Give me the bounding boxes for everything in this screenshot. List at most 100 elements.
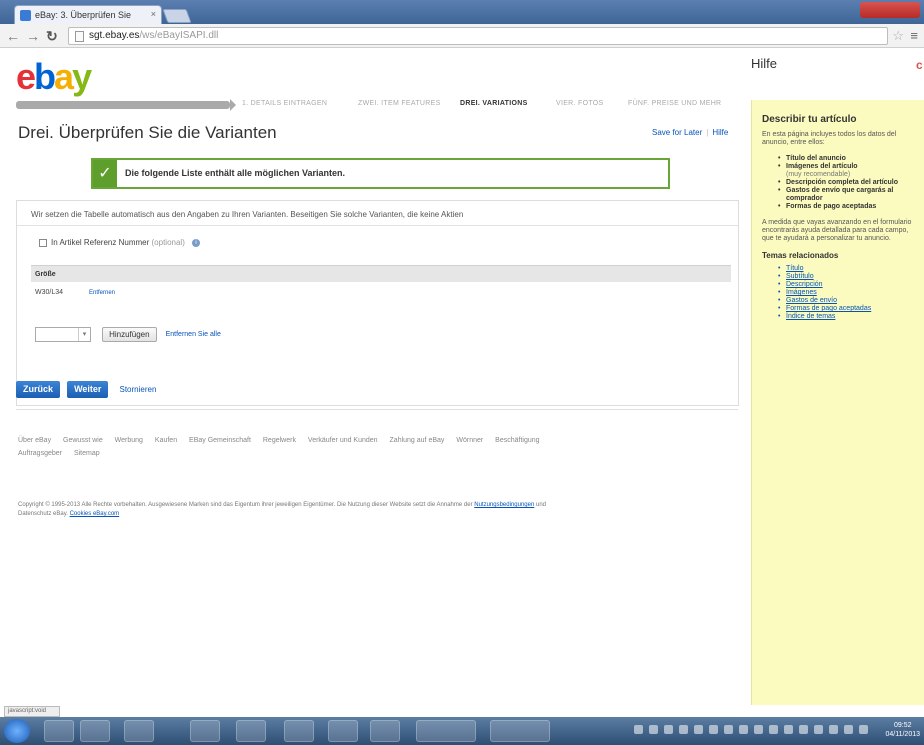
url-host: sgt.ebay.es <box>89 30 140 41</box>
ie-icon[interactable] <box>44 720 74 742</box>
save-links: Save for Later | Hilfe <box>652 128 729 137</box>
help-panel: Describir tu artículo En esta página inc… <box>751 100 924 705</box>
powerpoint-icon[interactable] <box>328 720 358 742</box>
remove-variation-link[interactable]: Entfernen <box>89 290 115 296</box>
save-for-later-link[interactable]: Save for Later <box>652 128 702 137</box>
related-topics-title: Temas relacionados <box>762 251 839 260</box>
footer-divider <box>16 409 738 410</box>
step-1: 1. DETAILS EINTRAGEN <box>242 100 328 107</box>
tray-icon <box>694 725 703 734</box>
footer-link[interactable]: Über eBay <box>18 437 51 444</box>
remove-all-link[interactable]: Entfernen Sie alle <box>166 331 221 338</box>
footer-link[interactable]: Auftragsgeber <box>18 450 62 457</box>
help-item: Descripción completa del artículo <box>778 179 918 187</box>
progress-steps: 1. DETAILS EINTRAGEN ZWEI. ITEM FEATURES… <box>16 99 740 111</box>
clock[interactable]: 09:52 04/11/2013 <box>885 721 920 739</box>
footer-link[interactable]: Kaufen <box>155 437 177 444</box>
help-link[interactable]: Hilfe <box>712 128 728 137</box>
topic-link[interactable]: Imágenes <box>778 289 918 297</box>
explorer-icon[interactable] <box>124 720 154 742</box>
footer-links: Über eBay Gewusst wie Werbung Kaufen EBa… <box>18 434 738 460</box>
paint-icon[interactable] <box>370 720 400 742</box>
app-icon[interactable] <box>190 720 220 742</box>
window-controls[interactable] <box>860 2 920 18</box>
help-item: Gastos de envío que cargarás al comprado… <box>778 187 918 203</box>
help-paragraph: A medida que vayas avanzando en el formu… <box>762 219 912 242</box>
topic-link[interactable]: Índice de temas <box>778 313 918 321</box>
tray-icon <box>739 725 748 734</box>
start-button[interactable] <box>4 719 30 743</box>
footer-link[interactable]: Regelwerk <box>263 437 296 444</box>
copyright: Copyright © 1995-2013 Alle Rechte vorbeh… <box>18 501 738 519</box>
topic-link[interactable]: Subtítulo <box>778 273 918 281</box>
checkmark-icon: ✓ <box>93 160 117 187</box>
office-icon[interactable] <box>80 720 110 742</box>
reference-number-checkbox[interactable] <box>39 238 47 247</box>
footer-link[interactable]: Werbung <box>115 437 143 444</box>
footer-link[interactable]: Sitemap <box>74 450 100 457</box>
help-close-icon[interactable]: c <box>916 58 923 72</box>
footer-link[interactable]: Verkäufer und Kunden <box>308 437 378 444</box>
clock-date: 04/11/2013 <box>885 731 920 738</box>
back-arrow-icon[interactable]: ← <box>6 28 20 44</box>
footer-link[interactable]: Zahlung auf eBay <box>390 437 445 444</box>
tray-icon <box>709 725 718 734</box>
copyright-and: und <box>535 502 546 508</box>
step-3-active: DREI. VARIATIONS <box>460 100 528 107</box>
reload-icon[interactable]: ↻ <box>46 28 58 44</box>
next-button[interactable]: Weiter <box>67 381 109 398</box>
back-button[interactable]: Zurück <box>16 381 61 398</box>
action-buttons: Zurück Weiter Stornieren <box>16 381 156 398</box>
browser-tab[interactable]: eBay: 3. Überprüfen Sie × <box>14 5 162 24</box>
topic-link[interactable]: Formas de pago aceptadas <box>778 305 918 313</box>
topic-link[interactable]: Título <box>778 265 918 273</box>
variations-panel: Wir setzen die Tabelle automatisch aus d… <box>16 200 739 406</box>
optional-label: (optional) <box>151 238 185 247</box>
help-header: Hilfe <box>751 56 778 71</box>
info-icon[interactable]: i <box>192 238 201 247</box>
variation-select[interactable]: ▾ <box>35 327 91 342</box>
tray-icon <box>754 725 763 734</box>
lync-icon[interactable] <box>284 720 314 742</box>
tray-icon <box>769 725 778 734</box>
reference-number-row: In Artikel Referenz Nummer (optional) i <box>39 238 201 247</box>
copyright-text: Copyright © 1995-2013 Alle Rechte vorbeh… <box>18 502 473 508</box>
browser-toolbar: ← → ↻ sgt.ebay.es/ws/eBayISAPI.dll ☆ ≡ <box>0 24 924 48</box>
page-title: Drei. Überprüfen Sie die Varianten <box>18 123 277 142</box>
menu-icon[interactable]: ≡ <box>910 28 918 43</box>
footer-link[interactable]: Beschäftigung <box>495 437 539 444</box>
forward-arrow-icon[interactable]: → <box>26 28 40 44</box>
footer-link[interactable]: Wörnner <box>456 437 483 444</box>
window-button[interactable] <box>490 720 550 742</box>
add-button[interactable]: Hinzufügen <box>102 327 157 342</box>
footer-link[interactable]: Gewusst wie <box>63 437 103 444</box>
system-tray <box>634 725 884 737</box>
step-5: FÜNF. PREISE UND MEHR <box>628 100 722 107</box>
terms-link[interactable]: Nutzungsbedingungen <box>474 502 534 508</box>
step-2: ZWEI. ITEM FEATURES <box>358 100 441 107</box>
tab-title: eBay: 3. Überprüfen Sie <box>35 10 132 20</box>
tray-icon <box>829 725 838 734</box>
chrome-icon[interactable] <box>236 720 266 742</box>
bookmark-star-icon[interactable]: ☆ <box>892 28 904 44</box>
tray-icon <box>844 725 853 734</box>
tray-icon <box>859 725 868 734</box>
step-4: VIER. FOTOS <box>556 100 604 107</box>
topic-link[interactable]: Gastos de envío <box>778 297 918 305</box>
related-topics: Título Subtítulo Descripción Imágenes Ga… <box>778 265 918 321</box>
cookies-link[interactable]: Cookies eBay.com <box>70 511 120 517</box>
window-button[interactable] <box>416 720 476 742</box>
progress-bar <box>16 99 236 111</box>
table-row: W30/L34 Entfernen <box>31 282 731 304</box>
cancel-link[interactable]: Stornieren <box>119 385 156 394</box>
privacy-text: Datenschutz eBay. <box>18 511 68 517</box>
topic-link[interactable]: Descripción <box>778 281 918 289</box>
variation-value: W30/L34 <box>35 289 64 296</box>
tab-close-icon[interactable]: × <box>151 9 156 19</box>
address-bar[interactable]: sgt.ebay.es/ws/eBayISAPI.dll <box>68 27 888 45</box>
help-intro: En esta página incluyes todos los datos … <box>762 131 897 146</box>
new-tab-button[interactable] <box>162 9 192 23</box>
tray-icon <box>664 725 673 734</box>
ebay-logo[interactable]: ebay <box>16 56 92 98</box>
footer-link[interactable]: EBay Gemeinschaft <box>189 437 251 444</box>
